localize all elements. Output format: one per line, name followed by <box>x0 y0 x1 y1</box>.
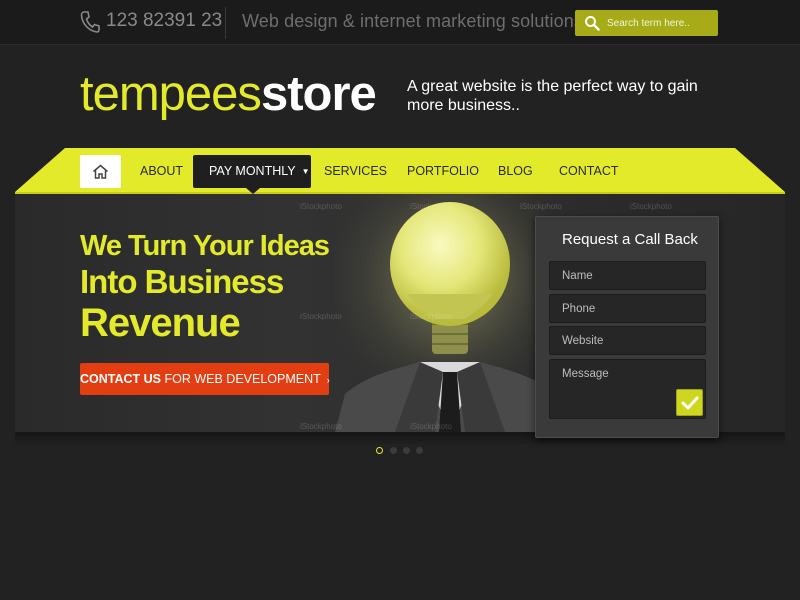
watermark: iStockphoto <box>300 422 342 431</box>
logo-part2: store <box>260 67 377 121</box>
nav-item-blog[interactable]: BLOG <box>498 155 533 188</box>
top-divider <box>225 7 226 39</box>
watermark: iStockphoto <box>410 312 452 321</box>
nav-item-contact[interactable]: CONTACT <box>559 155 619 188</box>
hero-line-1: We Turn Your Ideas <box>80 230 330 262</box>
contact-us-button[interactable]: CONTACT US FOR WEB DEVELOPMENT › <box>80 363 330 395</box>
website-field[interactable] <box>549 326 706 355</box>
search-icon[interactable] <box>584 15 600 31</box>
nav-item-portfolio[interactable]: PORTFOLIO <box>407 155 479 188</box>
submit-button[interactable] <box>676 389 703 416</box>
phone-number: 123 82391 23 <box>106 10 223 31</box>
phone-field[interactable] <box>549 294 706 323</box>
watermark: iStockphoto <box>300 202 342 211</box>
slider-dot[interactable] <box>376 447 383 454</box>
nav-home-button[interactable] <box>80 155 121 188</box>
logo-part1: tempees <box>80 67 262 121</box>
arrow-right-icon: › <box>326 375 330 385</box>
checkmark-icon <box>681 396 699 410</box>
cta-bold-label: CONTACT US <box>80 372 162 386</box>
cta-label: FOR WEB DEVELOPMENT <box>164 372 321 386</box>
slider-dot[interactable] <box>390 447 397 454</box>
search-box <box>575 10 718 36</box>
watermark: iStockphoto <box>410 422 452 431</box>
callback-title: Request a Call Back <box>562 231 698 248</box>
home-icon <box>93 164 108 179</box>
watermark: iStockphoto <box>520 202 562 211</box>
slider-dot[interactable] <box>416 447 423 454</box>
nav-item-pay-monthly-label: PAY MONTHLY <box>209 164 296 178</box>
site-logo[interactable]: tempeesstore <box>80 66 377 122</box>
hero-line-3: Revenue <box>80 301 241 345</box>
hero-line-2: Into Business <box>80 263 284 300</box>
hero-headline: We Turn Your Ideas Into Business Revenue <box>80 230 360 345</box>
topbar-tagline: Web design & internet marketing solution… <box>242 11 583 31</box>
nav-item-about[interactable]: ABOUT <box>140 155 183 188</box>
nav-item-services[interactable]: SERVICES <box>324 155 387 188</box>
nav-bar <box>15 148 785 194</box>
slider-dot[interactable] <box>403 447 410 454</box>
name-field[interactable] <box>549 261 706 290</box>
phone-icon <box>80 11 100 33</box>
caret-down-icon: ▼ <box>301 167 310 176</box>
watermark: iStockphoto <box>630 202 672 211</box>
search-input[interactable] <box>607 14 713 32</box>
nav-item-pay-monthly[interactable]: PAY MONTHLY ▼ <box>193 155 311 188</box>
header-tagline: A great website is the perfect way to ga… <box>407 78 698 114</box>
watermark: iStockphoto <box>410 202 452 211</box>
